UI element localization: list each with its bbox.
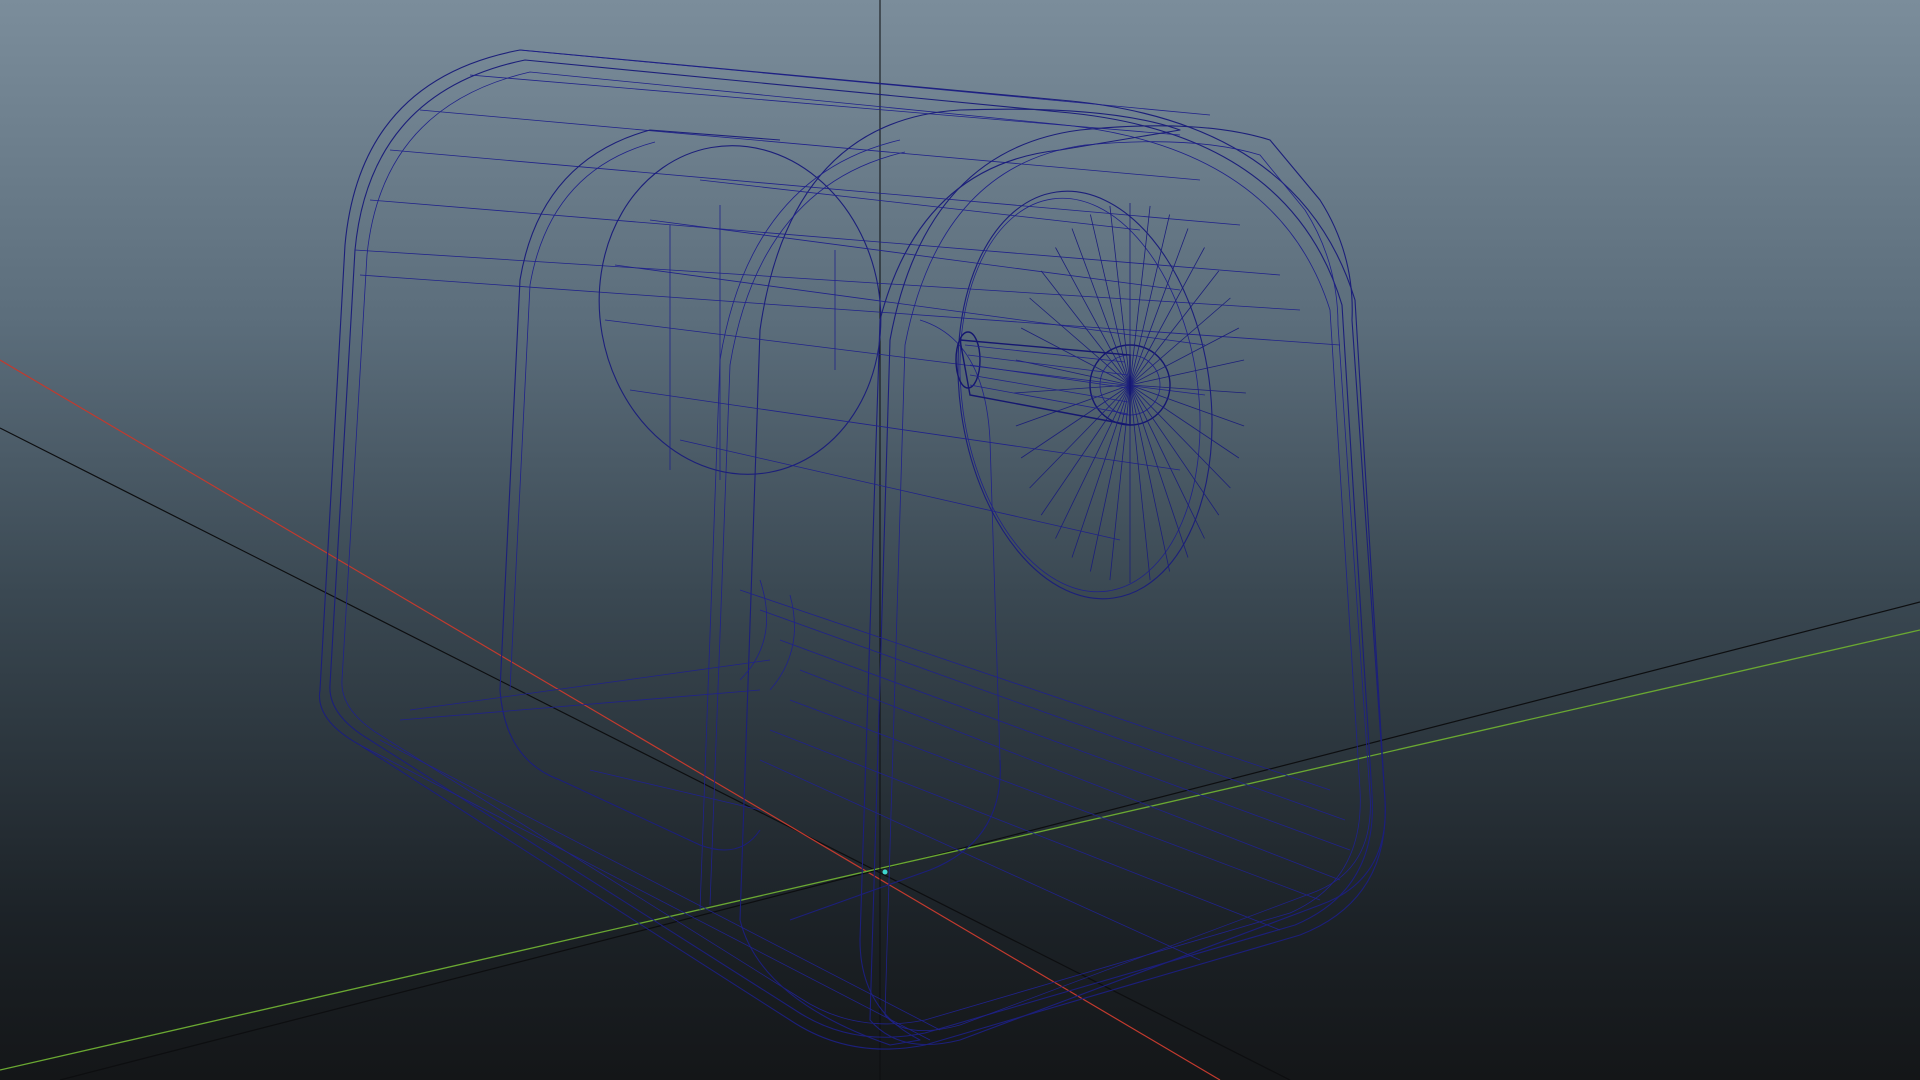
- base-ribs: [359, 579, 1351, 1041]
- viewport-scene[interactable]: [0, 0, 1920, 1080]
- 3d-viewport[interactable]: [0, 0, 1920, 1080]
- hub-spoke: [1129, 384, 1170, 572]
- x-axis-line: [0, 359, 1221, 1080]
- outer-shell: [318, 49, 1386, 1050]
- hub-spoke: [1014, 384, 1131, 394]
- axle-cylinder: [955, 331, 1131, 426]
- grid-line-horizon: [0, 427, 1291, 1080]
- hub-spoke: [1129, 384, 1246, 394]
- hub-spoke: [1129, 247, 1205, 386]
- hub-spoke: [1129, 384, 1220, 516]
- hub-spoke: [1015, 359, 1131, 386]
- origin-marker: [882, 869, 888, 875]
- z-axis-line: [0, 629, 1920, 1071]
- wireframe-model[interactable]: [318, 49, 1386, 1050]
- front-drum: [598, 145, 1213, 600]
- hub-spoke: [1055, 247, 1131, 386]
- hub-spoke: [1029, 384, 1131, 489]
- hub-spoke: [1129, 327, 1240, 386]
- hub-spoke: [1029, 297, 1131, 386]
- grid-line-far: [59, 601, 1920, 1080]
- grid-axes: [0, 0, 1920, 1080]
- hub-spoke: [1040, 384, 1131, 516]
- hub-spoke: [1129, 359, 1245, 386]
- hub-spoke: [1129, 384, 1231, 489]
